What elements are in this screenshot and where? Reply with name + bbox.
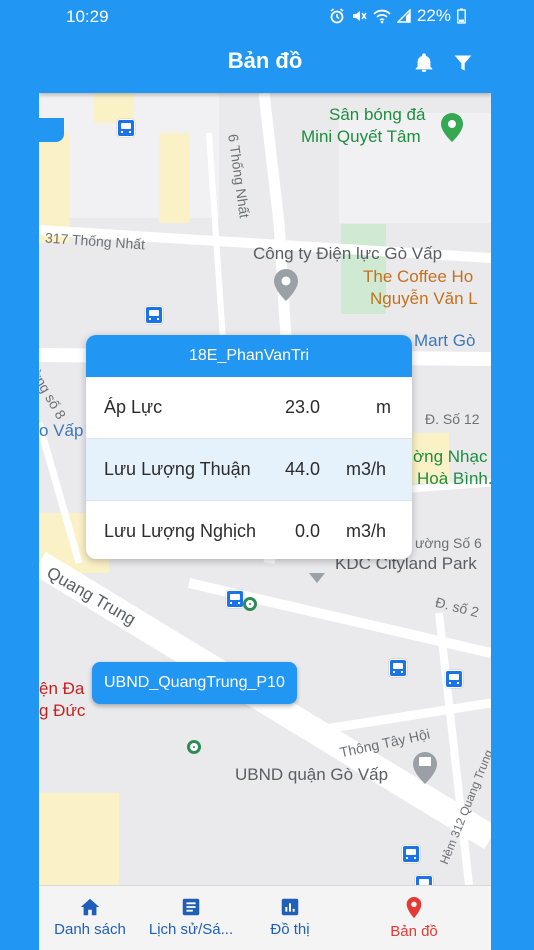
mute-icon	[352, 11, 367, 21]
map-label-coffee2: Nguyễn Văn L	[370, 289, 478, 308]
row-value: 44.0	[284, 459, 320, 479]
battery-icon	[457, 8, 466, 24]
nav-tab-list[interactable]: Danh sách	[45, 886, 135, 950]
filter-icon[interactable]	[453, 53, 473, 73]
map-label-coffee: The Coffee Ho	[363, 267, 474, 286]
row-unit: m3/h	[346, 459, 387, 479]
map-label-football2: Mini Quyết Tâm	[301, 127, 421, 146]
station-marker-ubnd[interactable]	[187, 740, 201, 754]
status-icons: 22%	[329, 6, 466, 26]
chart-icon	[281, 898, 299, 916]
signal-icon	[396, 9, 411, 23]
nav-tab-history[interactable]: Lịch sử/Sá...	[143, 886, 239, 950]
status-bar: 10:29 22%	[0, 0, 534, 32]
map-label-nha: ờng Nhạc	[413, 447, 488, 466]
home-icon	[80, 898, 100, 916]
bus-stop-icon[interactable]	[389, 659, 407, 677]
status-time: 10:29	[66, 7, 109, 26]
document-icon	[182, 898, 200, 916]
row-label: Áp Lực	[104, 397, 163, 417]
map-label-ubnd: UBND quận Gò Vấp	[235, 765, 389, 784]
map-road-ds12: Đ. Số 12	[425, 411, 480, 427]
alarm-icon	[330, 8, 344, 24]
nav-tab-label: Lịch sử/Sá...	[148, 921, 234, 938]
wifi-icon	[373, 9, 391, 24]
map-label-hospital2: g Đức	[39, 701, 86, 720]
nav-tab-label: Bản đồ	[390, 923, 438, 940]
station-label-chip[interactable]: UBND_QuangTrung_P10	[92, 662, 297, 704]
map-label-power: Công ty Điện lực Gò Vấp	[253, 244, 443, 263]
row-label: Lưu Lượng Nghịch	[104, 521, 256, 541]
bus-stop-icon[interactable]	[145, 306, 163, 324]
nav-tab-map[interactable]: Bản đồ	[369, 886, 459, 950]
row-label: Lưu Lượng Thuận	[104, 459, 251, 479]
app-screen: Bản đồ Sân bóng đá Mini Quyết Tâm 317 Th…	[39, 32, 491, 950]
bus-stop-icon[interactable]	[226, 590, 244, 608]
station-marker-18e[interactable]	[243, 597, 257, 611]
map-label-football: Sân bóng đá	[329, 105, 426, 124]
nav-tab-chart[interactable]: Đồ thị	[245, 886, 335, 950]
nav-tab-label: Danh sách	[54, 921, 126, 938]
row-value: 0.0	[294, 521, 320, 541]
popup-station-name: 18E_PhanVanTri	[86, 335, 412, 377]
row-value: 23.0	[284, 397, 320, 417]
row-unit: m3/h	[346, 521, 387, 541]
bus-stop-icon[interactable]	[402, 845, 420, 863]
station-info-popup[interactable]: 18E_PhanVanTri Áp Lực 23.0 m Lưu Lượng T…	[86, 335, 412, 559]
map-label-mart: Mart Gò	[414, 331, 476, 350]
battery-percent: 22%	[416, 6, 451, 25]
row-unit: m	[376, 397, 391, 417]
map-pin-icon	[406, 897, 422, 919]
map-label-govap-left: o Vấp	[39, 421, 84, 440]
bottom-navigation: Danh sách Lịch sử/Sá... Đồ thị Bản đồ	[39, 885, 491, 950]
map-label-hoabinh: Hoà Bình...	[417, 469, 491, 488]
popup-row-pressure: Áp Lực 23.0 m	[86, 377, 412, 439]
bus-stop-icon[interactable]	[445, 670, 463, 688]
nav-tab-label: Đồ thị	[270, 921, 310, 938]
app-bar: Bản đồ	[39, 32, 491, 93]
map-road-ds6: ường Số 6	[415, 535, 482, 551]
offscreen-station-chip[interactable]	[39, 118, 64, 142]
popup-row-reverse-flow: Lưu Lượng Nghịch 0.0 m3/h	[86, 501, 412, 559]
bus-stop-icon[interactable]	[117, 119, 135, 137]
map-label-hospital: ện Đa	[39, 679, 85, 698]
bell-icon[interactable]	[413, 52, 435, 74]
popup-row-forward-flow: Lưu Lượng Thuận 44.0 m3/h	[86, 439, 412, 501]
